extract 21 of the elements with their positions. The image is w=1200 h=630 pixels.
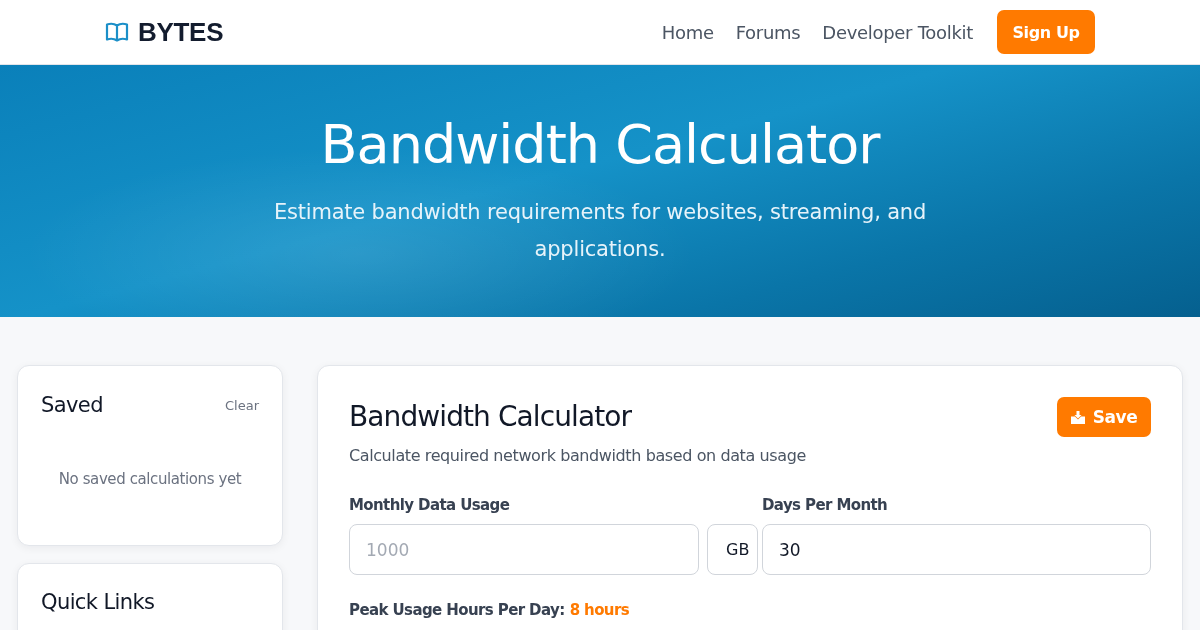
calculator-title: Bandwidth Calculator [349, 399, 632, 435]
clear-link[interactable]: Clear [225, 397, 259, 413]
calculator-description: Calculate required network bandwidth based on data usage [349, 445, 807, 467]
input-field[interactable]: 1000 [349, 524, 699, 575]
field-label: Days Per Month [762, 495, 889, 516]
unit-dropdown[interactable]: GB [707, 524, 758, 575]
quick-links-title: Quick Links [41, 589, 156, 616]
nav-link[interactable]: Developer Toolkit [822, 21, 973, 43]
nav-link[interactable]: Home [661, 21, 714, 43]
nav-link[interactable]: Forums [735, 21, 801, 43]
hero-title: Bandwidth Calculator [319, 112, 882, 178]
brand-name[interactable]: BYTES [138, 16, 224, 48]
download-tray-icon [1070, 410, 1085, 424]
peak-hours-label: Peak Usage Hours Per Day: [349, 601, 565, 619]
book-icon [105, 22, 129, 42]
saved-title: Saved [41, 392, 103, 419]
hero-subtitle: Estimate bandwidth requirements for websites, streaming, and applications. [272, 199, 928, 263]
field-label: Monthly Data Usage [349, 495, 511, 516]
input-field[interactable]: 30 [762, 524, 1151, 575]
peak-hours-value: 8 hours [569, 601, 630, 619]
empty-message: No saved calculations yet [57, 470, 243, 488]
